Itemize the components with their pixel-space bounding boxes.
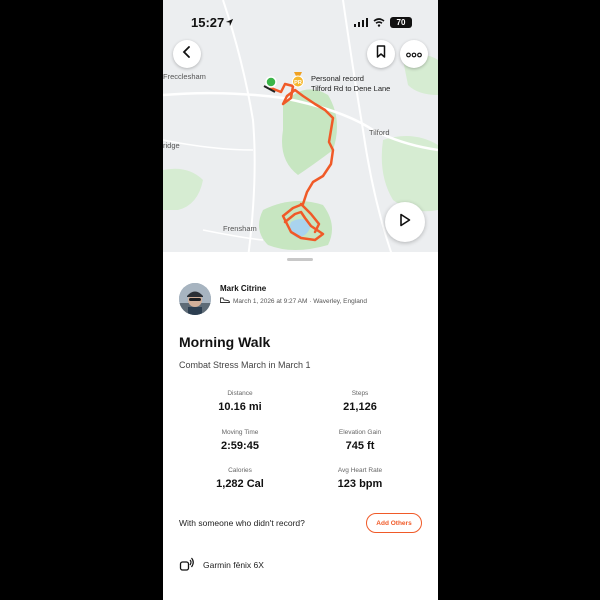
stat-label: Distance	[227, 390, 253, 397]
save-route-button[interactable]	[367, 40, 395, 68]
stat-value: 123 bpm	[337, 478, 383, 490]
with-others-prompt: With someone who didn't record?	[179, 518, 305, 528]
personal-record-badge-icon[interactable]: PR	[291, 72, 305, 88]
stat-value: 1,282 Cal	[216, 478, 264, 490]
watch-sync-icon	[179, 556, 195, 574]
route-map[interactable]: 15:27 70 Frecclesham Tilford ridge Frens…	[163, 0, 438, 258]
sheet-grabber[interactable]	[287, 258, 313, 261]
stat-label: Avg Heart Rate	[337, 467, 383, 474]
more-icon	[406, 45, 422, 63]
activity-meta: March 1, 2026 at 9:27 AM · Waverley, Eng…	[220, 297, 367, 305]
shoe-icon	[220, 297, 230, 305]
activity-detail-sheet: Mark Citrine March 1, 2026 at 9:27 AM · …	[163, 252, 438, 600]
stat-distance: Distance 10.16 mi	[180, 390, 300, 413]
stat-label: Steps	[351, 390, 369, 397]
stat-moving-time: Moving Time 2:59:45	[180, 429, 300, 452]
personal-record-label[interactable]: Personal record Tilford Rd to Dene Lane	[311, 74, 390, 94]
wifi-icon	[373, 15, 385, 30]
activity-description: Combat Stress March in March 1	[179, 360, 311, 370]
stat-label: Calories	[228, 467, 252, 474]
stat-value: 10.16 mi	[218, 401, 262, 413]
map-label-town: ridge	[163, 141, 180, 150]
signal-icon	[354, 15, 368, 30]
stat-value: 2:59:45	[221, 440, 259, 452]
battery-indicator: 70	[390, 17, 412, 28]
stat-label: Moving Time	[221, 429, 259, 436]
chevron-left-icon	[182, 45, 192, 63]
stat-value: 21,126	[343, 401, 377, 413]
map-label-town: Frensham	[223, 224, 257, 233]
device-name: Garmin fēnix 6X	[203, 560, 264, 570]
activity-title: Morning Walk	[179, 334, 271, 350]
personal-record-badge-text: PR	[294, 80, 302, 86]
stat-steps: Steps 21,126	[300, 390, 420, 413]
map-label-town: Frecclesham	[163, 72, 206, 81]
device-info[interactable]: Garmin fēnix 6X	[179, 556, 264, 574]
personal-record-title: Personal record	[311, 74, 364, 83]
play-icon	[399, 213, 411, 232]
back-button[interactable]	[173, 40, 201, 68]
map-label-town: Tilford	[369, 128, 390, 137]
status-time: 15:27	[191, 15, 225, 30]
stat-value: 745 ft	[345, 440, 375, 452]
status-bar: 15:27 70	[163, 0, 438, 40]
stat-label: Elevation Gain	[338, 429, 382, 436]
bookmark-icon	[376, 45, 386, 63]
stat-elevation-gain: Elevation Gain 745 ft	[300, 429, 420, 452]
activity-date-location: March 1, 2026 at 9:27 AM · Waverley, Eng…	[233, 297, 368, 305]
add-others-button[interactable]: Add Others	[366, 513, 422, 533]
stat-calories: Calories 1,282 Cal	[180, 467, 300, 490]
phone-screen: 15:27 70 Frecclesham Tilford ridge Frens…	[163, 0, 438, 600]
personal-record-segment: Tilford Rd to Dene Lane	[311, 84, 391, 93]
more-options-button[interactable]	[400, 40, 428, 68]
athlete-name[interactable]: Mark Citrine	[220, 284, 266, 293]
stat-avg-heart-rate: Avg Heart Rate 123 bpm	[300, 467, 420, 490]
avatar[interactable]	[179, 283, 211, 315]
location-arrow-icon	[225, 15, 234, 30]
play-flyover-button[interactable]	[385, 202, 425, 242]
